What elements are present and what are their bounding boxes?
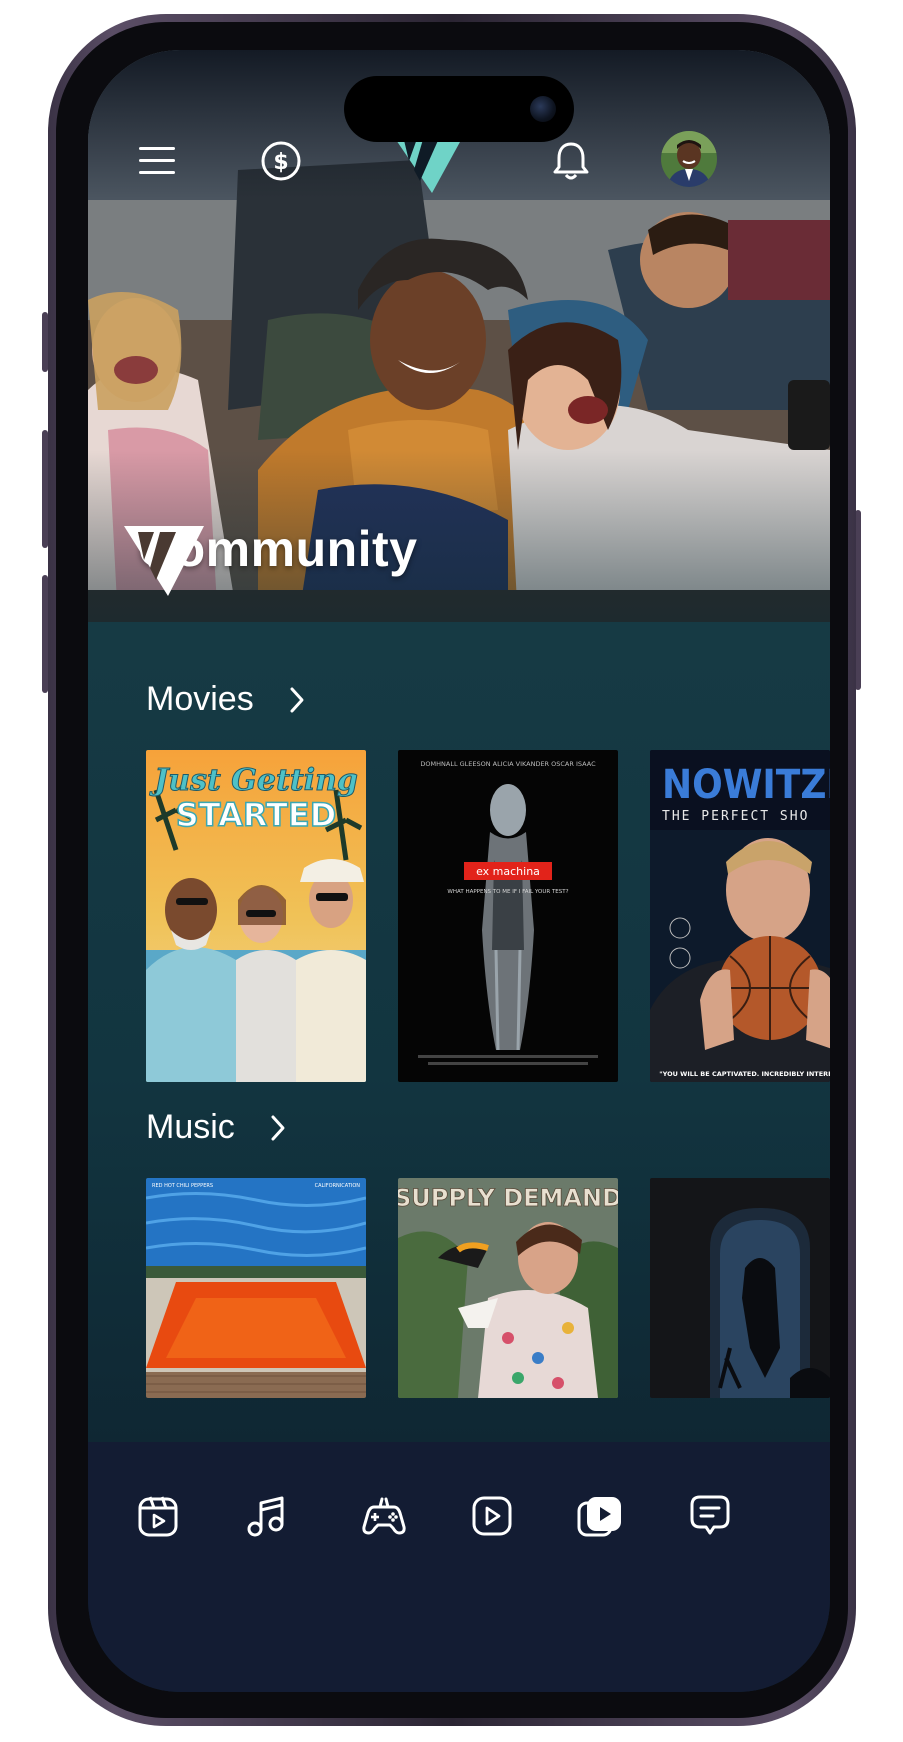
bell-icon: [553, 142, 589, 180]
avatar: [661, 131, 717, 187]
dynamic-island: [344, 76, 574, 142]
movie-credits: DOMHNALL GLEESON ALICIA VIKANDER OSCAR I…: [420, 760, 596, 768]
movie-card[interactable]: Just Getting STARTED: [146, 750, 366, 1082]
movie-tagline: WHAT HAPPENS TO ME IF I FAIL YOUR TEST?: [447, 889, 568, 895]
movie-title: ex machina: [476, 865, 540, 878]
music-note-icon: [247, 1496, 284, 1537]
movie-quote: "YOU WILL BE CAPTIVATED. INCREDIBLY INTE…: [659, 1070, 830, 1078]
stacked-play-icon: [577, 1497, 621, 1537]
movie-card[interactable]: NOWITZKI THE PERFECT SHO "YOU WILL BE CA…: [650, 750, 830, 1082]
album-card[interactable]: RED HOT CHILI PEPPERS CALIFORNICATION: [146, 1178, 366, 1398]
hamburger-menu-icon: [139, 147, 175, 174]
user-avatar[interactable]: [660, 130, 718, 188]
album-card[interactable]: [650, 1178, 830, 1398]
album-cover: RED HOT CHILI PEPPERS CALIFORNICATION: [146, 1178, 366, 1398]
svg-text:$: $: [273, 150, 288, 175]
movie-subtitle: THE PERFECT SHO: [662, 809, 809, 824]
game-controller-icon: [362, 1497, 406, 1535]
content-area: Movies Just Getting STARTED DOMHNALL GLE…: [88, 622, 830, 1442]
movie-title-line2: STARTED: [176, 796, 337, 834]
chevron-right-icon: [271, 1115, 285, 1140]
coins-button[interactable]: $: [256, 136, 306, 186]
tab-videos[interactable]: [130, 1488, 186, 1544]
album-title: SUPPLY DEMAND: [398, 1184, 618, 1212]
tab-chat[interactable]: [682, 1488, 738, 1544]
movie-card[interactable]: DOMHNALL GLEESON ALICIA VIKANDER OSCAR I…: [398, 750, 618, 1082]
tab-play[interactable]: [464, 1488, 520, 1544]
app-screen: Community $ Movies Just Getting STARTED …: [88, 50, 830, 1692]
album-card[interactable]: SUPPLY DEMAND: [398, 1178, 618, 1398]
album-cover: SUPPLY DEMAND: [398, 1178, 618, 1398]
chat-bubble-icon: [690, 1495, 730, 1535]
movies-section-header[interactable]: Movies: [146, 680, 306, 719]
movies-section-title: Movies: [146, 680, 254, 718]
movie-poster: Just Getting STARTED: [146, 750, 366, 1082]
music-section-header[interactable]: Music: [146, 1108, 287, 1147]
dollar-coin-icon: $: [261, 141, 301, 181]
movie-poster: DOMHNALL GLEESON ALICIA VIKANDER OSCAR I…: [398, 750, 618, 1082]
tab-community[interactable]: [572, 1488, 628, 1544]
album-cover: [650, 1178, 830, 1398]
front-camera: [530, 96, 556, 122]
movie-title: NOWITZKI: [662, 762, 830, 808]
play-button-icon: [472, 1496, 512, 1536]
movie-poster: NOWITZKI THE PERFECT SHO "YOU WILL BE CA…: [650, 750, 830, 1082]
chevron-right-icon: [290, 687, 304, 712]
tab-music[interactable]: [238, 1488, 294, 1544]
music-section-title: Music: [146, 1108, 235, 1146]
movie-title-line1: Just Getting: [149, 763, 358, 798]
tab-games[interactable]: [356, 1488, 412, 1544]
brand-logo-white-icon: [124, 526, 204, 596]
hero-brand: Community: [124, 520, 418, 596]
menu-button[interactable]: [132, 136, 182, 186]
notifications-button[interactable]: [546, 136, 596, 186]
album-title: CALIFORNICATION: [315, 1183, 361, 1189]
album-artist: RED HOT CHILI PEPPERS: [152, 1183, 213, 1189]
bottom-tab-bar: [88, 1442, 830, 1692]
video-calendar-icon: [138, 1496, 178, 1537]
